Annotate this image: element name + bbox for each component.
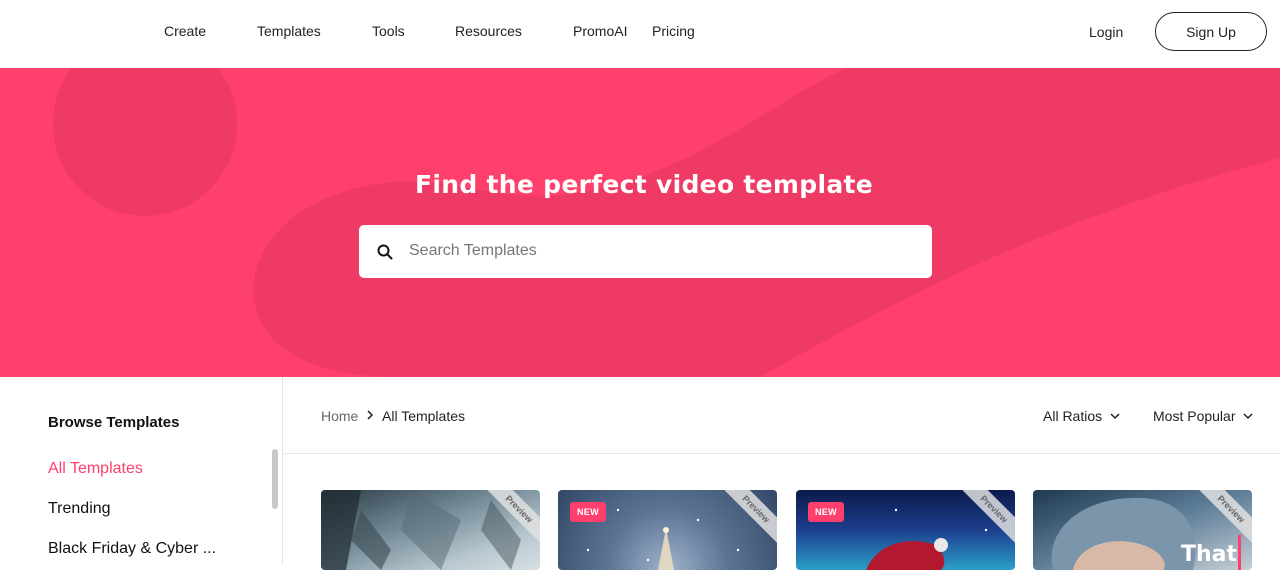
browse-sidebar: Browse Templates All Templates Trending …	[0, 377, 283, 565]
chevron-right-icon	[367, 410, 374, 420]
search-icon	[377, 244, 393, 260]
template-card[interactable]: NEW Preview	[796, 490, 1015, 570]
login-link[interactable]: Login	[1089, 24, 1123, 40]
sidebar-item-black-friday[interactable]: Black Friday & Cyber ...	[48, 540, 216, 558]
hero-background-shapes	[53, 68, 1280, 377]
ratio-dropdown[interactable]: All Ratios	[1043, 408, 1120, 424]
nav-create[interactable]: Create	[164, 23, 206, 39]
breadcrumb-current: All Templates	[382, 408, 466, 424]
nav-promoai[interactable]: PromoAI	[573, 23, 627, 39]
chevron-down-icon	[1243, 412, 1254, 419]
sidebar-scrollbar[interactable]	[272, 449, 278, 509]
template-card[interactable]: NEW Preview	[558, 490, 777, 570]
new-badge: NEW	[808, 502, 844, 522]
hero-title: Find the perfect video template	[414, 170, 874, 199]
ratio-dropdown-label: All Ratios	[1043, 408, 1103, 424]
sidebar-title: Browse Templates	[48, 414, 180, 431]
breadcrumb-home[interactable]: Home	[321, 408, 358, 424]
template-card[interactable]: Preview That	[1033, 490, 1252, 570]
nav-pricing[interactable]: Pricing	[652, 23, 695, 39]
card-overlay-text: That	[1181, 542, 1238, 567]
nav-tools[interactable]: Tools	[372, 23, 405, 39]
nav-resources[interactable]: Resources	[455, 23, 522, 39]
sidebar-item-all-templates[interactable]: All Templates	[48, 460, 143, 478]
new-badge: NEW	[570, 502, 606, 522]
sidebar-item-trending[interactable]: Trending	[48, 500, 111, 518]
signup-button[interactable]: Sign Up	[1155, 12, 1267, 51]
sort-dropdown[interactable]: Most Popular	[1153, 408, 1254, 424]
search-bar	[359, 225, 932, 278]
template-card[interactable]: Preview	[321, 490, 540, 570]
top-navbar: Create Templates Tools Resources PromoAI…	[0, 0, 1280, 68]
search-input[interactable]	[409, 237, 909, 265]
nav-templates[interactable]: Templates	[257, 23, 321, 39]
sort-dropdown-label: Most Popular	[1153, 408, 1236, 424]
results-toolbar: Home All Templates All Ratios Most Popul…	[283, 377, 1280, 454]
hero-banner: Find the perfect video template	[0, 68, 1280, 377]
chevron-down-icon	[1110, 412, 1120, 419]
